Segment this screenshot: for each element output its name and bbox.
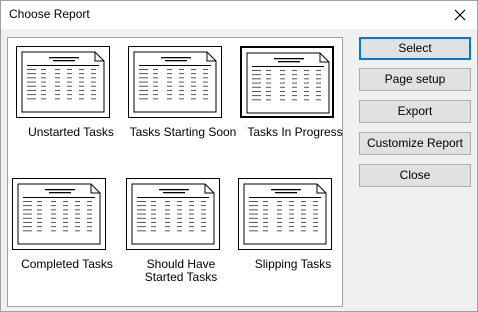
- report-page-icon: [17, 183, 101, 245]
- report-thumbnail[interactable]: [126, 178, 220, 250]
- report-page-icon: [246, 52, 330, 114]
- report-page-icon: [243, 183, 327, 245]
- report-thumbnail[interactable]: [12, 178, 106, 250]
- select-button[interactable]: Select: [359, 37, 471, 60]
- close-button[interactable]: Close: [359, 164, 471, 187]
- report-thumbnail[interactable]: [238, 178, 332, 250]
- report-label: Tasks In Progress: [247, 125, 343, 139]
- report-thumbnail[interactable]: [16, 46, 110, 118]
- report-label: Slipping Tasks: [254, 257, 332, 271]
- report-page-icon: [21, 51, 105, 113]
- report-thumbnail[interactable]: [128, 46, 222, 118]
- report-list: Unstarted Tasks Tasks Starting Soon Tasks …: [7, 37, 343, 307]
- window-title: Choose Report: [9, 7, 90, 21]
- report-page-icon: [131, 183, 215, 245]
- close-icon[interactable]: [449, 4, 471, 26]
- customize-report-button[interactable]: Customize Report: [359, 132, 471, 155]
- page-setup-button[interactable]: Page setup: [359, 68, 471, 91]
- report-thumbnail[interactable]: [240, 46, 334, 118]
- report-page-icon: [133, 51, 217, 113]
- export-button[interactable]: Export: [359, 100, 471, 123]
- title-bar: Choose Report: [1, 1, 477, 29]
- choose-report-dialog: Choose Report Unstarted Tasks Tasks Start…: [0, 0, 478, 312]
